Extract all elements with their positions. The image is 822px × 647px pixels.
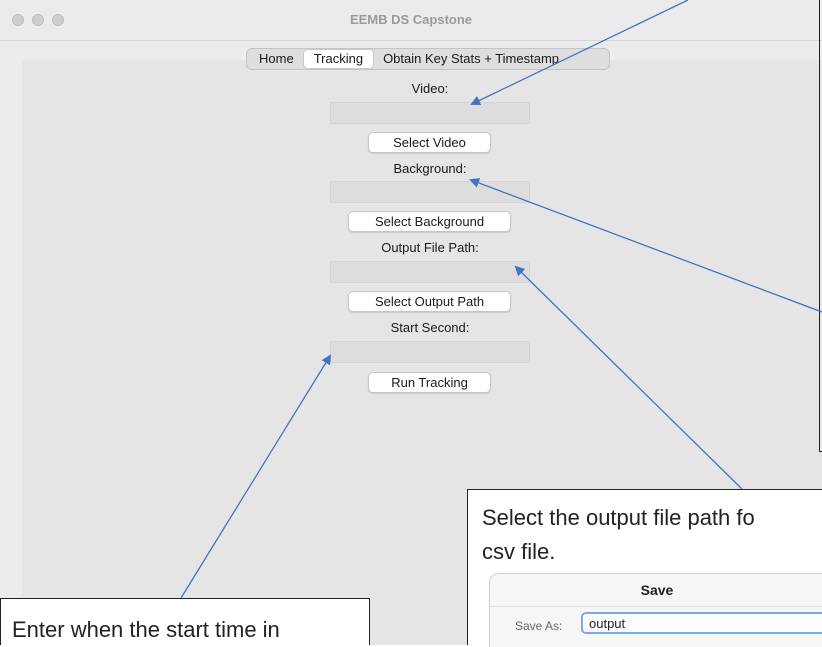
- arrow-to-output-field: [514, 265, 743, 490]
- arrow-to-start-field: [180, 354, 332, 599]
- arrow-to-background-field: [469, 178, 822, 313]
- arrow-to-video-field: [470, 0, 689, 106]
- annotation-arrows: [180, 0, 822, 599]
